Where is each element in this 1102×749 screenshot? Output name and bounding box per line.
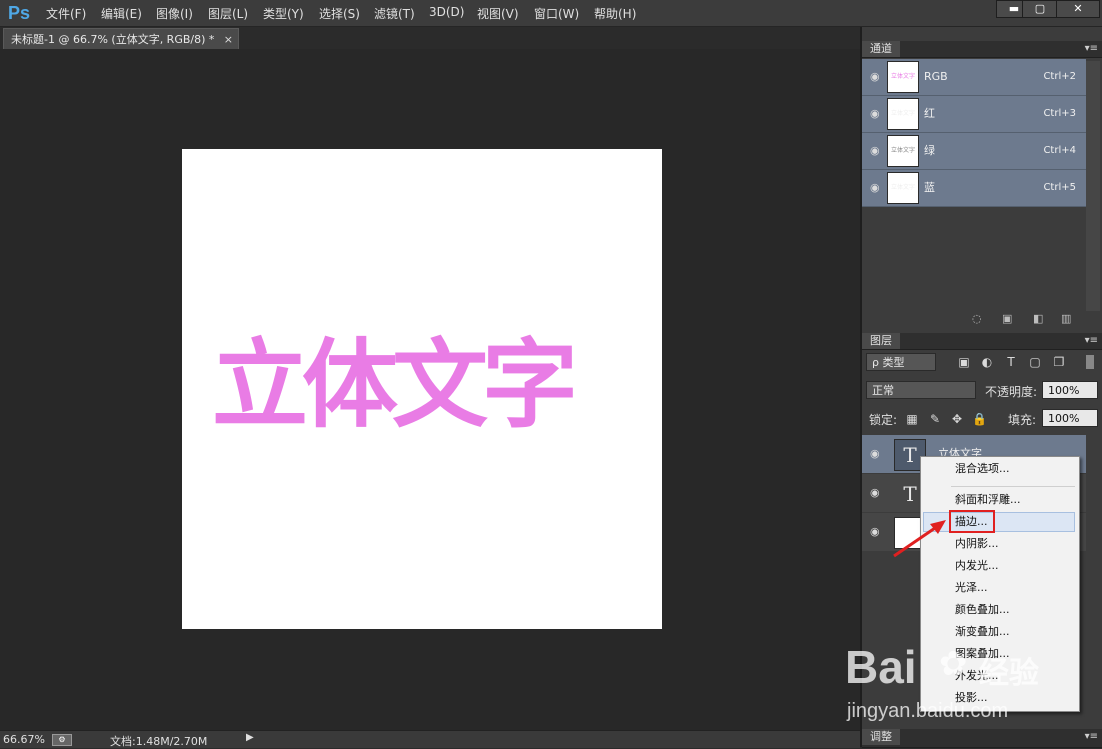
panel-menu-icon[interactable]: ▾≡ [1085, 731, 1098, 742]
menu-help[interactable]: 帮助(H) [594, 5, 636, 22]
opacity-input[interactable]: 100% [1042, 381, 1098, 399]
menu-item-bevel-emboss[interactable]: 斜面和浮雕... [955, 490, 1021, 510]
eye-icon[interactable]: ◉ [870, 59, 884, 95]
menu-separator [951, 486, 1075, 487]
channel-row-blue[interactable]: ◉ 立体文字 蓝 Ctrl+5 [862, 170, 1086, 207]
channel-name: 蓝 [924, 181, 935, 194]
menu-type[interactable]: 类型(Y) [263, 5, 304, 22]
menu-item-satin[interactable]: 光泽... [955, 578, 988, 598]
annotation-arrow [893, 520, 946, 558]
eye-icon[interactable]: ◉ [870, 474, 884, 512]
shape-filter-icon[interactable]: ▢ [1028, 355, 1042, 369]
image-filter-icon[interactable]: ▣ [957, 355, 971, 369]
menu-image[interactable]: 图像(I) [156, 5, 193, 22]
opacity-label: 不透明度: [985, 385, 1038, 399]
fill-input[interactable]: 100% [1042, 409, 1098, 427]
menu-view[interactable]: 视图(V) [477, 5, 519, 22]
tab-layers[interactable]: 图层 [862, 333, 900, 349]
menu-item-color-overlay[interactable]: 颜色叠加... [955, 600, 1010, 620]
channel-thumbnail: 立体文字 [887, 98, 919, 130]
channel-name: 红 [924, 107, 935, 120]
status-bar: 66.67% ⚙ 文档:1.48M/2.70M ▶ [0, 730, 860, 748]
channels-scrollbar[interactable] [1086, 61, 1100, 311]
smart-object-filter-icon[interactable]: ❐ [1052, 355, 1066, 369]
fill-label: 填充: [1008, 413, 1037, 427]
panel-menu-icon[interactable]: ▾≡ [1085, 335, 1098, 346]
eye-icon[interactable]: ◉ [870, 170, 884, 206]
eye-icon[interactable]: ◉ [870, 133, 884, 169]
layer-filter-select[interactable]: ρ 类型 [866, 353, 936, 371]
channel-shortcut: Ctrl+3 [1043, 108, 1076, 119]
new-channel-icon[interactable]: ◧ [1033, 312, 1045, 325]
channel-name: 绿 [924, 144, 935, 157]
menu-item-inner-shadow[interactable]: 内阴影... [955, 534, 999, 554]
menu-window[interactable]: 窗口(W) [534, 5, 579, 22]
channel-name: RGB [924, 70, 948, 83]
channel-row-red[interactable]: ◉ 立体文字 红 Ctrl+3 [862, 96, 1086, 133]
lock-position-icon[interactable]: ✥ [950, 412, 964, 426]
lock-all-icon[interactable]: 🔒 [972, 412, 987, 426]
zoom-level[interactable]: 66.67% [3, 733, 45, 746]
load-selection-icon[interactable]: ◌ [972, 312, 984, 325]
channel-shortcut: Ctrl+2 [1043, 71, 1076, 82]
baidu-watermark: Bai ✿ 经验 jingyan.baidu.com [845, 630, 1045, 740]
channel-row-rgb[interactable]: ◉ 立体文字 RGB Ctrl+2 [862, 59, 1086, 96]
watermark-brand: Bai [845, 641, 917, 693]
menu-item-blending-options[interactable]: 混合选项... [955, 459, 1010, 479]
menu-layer[interactable]: 图层(L) [208, 5, 248, 22]
menu-item-inner-glow[interactable]: 内发光... [955, 556, 999, 576]
channel-thumbnail: 立体文字 [887, 61, 919, 93]
watermark-brand-suffix: 经验 [979, 656, 1039, 691]
menu-file[interactable]: 文件(F) [46, 5, 86, 22]
filter-toggle[interactable] [1086, 355, 1094, 369]
blend-mode-select[interactable]: 正常 [866, 381, 976, 399]
channels-panel-header: 通道 ▾≡ [862, 41, 1102, 58]
channel-thumbnail: 立体文字 [887, 172, 919, 204]
close-window-button[interactable]: ✕ [1056, 0, 1100, 18]
adjustment-filter-icon[interactable]: ◐ [980, 355, 994, 369]
channel-row-green[interactable]: ◉ 立体文字 绿 Ctrl+4 [862, 133, 1086, 170]
channel-shortcut: Ctrl+5 [1043, 182, 1076, 193]
document-tab-title: 未标题-1 @ 66.7% (立体文字, RGB/8) * [11, 33, 215, 46]
watermark-url: jingyan.baidu.com [847, 700, 1009, 722]
paw-icon: ✿ [939, 644, 968, 684]
menu-bar: Ps 文件(F) 编辑(E) 图像(I) 图层(L) 类型(Y) 选择(S) 滤… [0, 0, 1102, 27]
menu-edit[interactable]: 编辑(E) [101, 5, 142, 22]
document-tab[interactable]: 未标题-1 @ 66.7% (立体文字, RGB/8) * × [3, 28, 239, 49]
menu-select[interactable]: 选择(S) [319, 5, 360, 22]
eye-icon[interactable]: ◉ [870, 96, 884, 132]
channel-thumbnail: 立体文字 [887, 135, 919, 167]
trash-icon[interactable]: ▥ [1061, 312, 1073, 325]
channel-shortcut: Ctrl+4 [1043, 145, 1076, 156]
eye-icon[interactable]: ◉ [870, 513, 884, 551]
menu-3d[interactable]: 3D(D) [429, 5, 464, 19]
panel-menu-icon[interactable]: ▾≡ [1085, 43, 1098, 54]
layers-panel-header: 图层 ▾≡ [862, 333, 1102, 350]
canvas-text-layer: 立体文字 [212, 329, 578, 441]
eye-icon[interactable]: ◉ [870, 435, 884, 473]
status-menu-arrow-icon[interactable]: ▶ [246, 732, 254, 743]
lock-label: 锁定: [869, 413, 898, 427]
photoshop-logo: Ps [8, 3, 31, 23]
tab-channels[interactable]: 通道 [862, 41, 900, 57]
save-selection-icon[interactable]: ▣ [1002, 312, 1014, 325]
menu-filter[interactable]: 滤镜(T) [374, 5, 415, 22]
lock-paint-icon[interactable]: ✎ [928, 412, 942, 426]
close-icon[interactable]: × [224, 29, 233, 50]
type-filter-icon[interactable]: T [1004, 355, 1018, 369]
lock-transparent-icon[interactable]: ▦ [905, 412, 919, 426]
maximize-button[interactable]: ▢ [1022, 0, 1058, 18]
status-icon: ⚙ [52, 734, 72, 746]
